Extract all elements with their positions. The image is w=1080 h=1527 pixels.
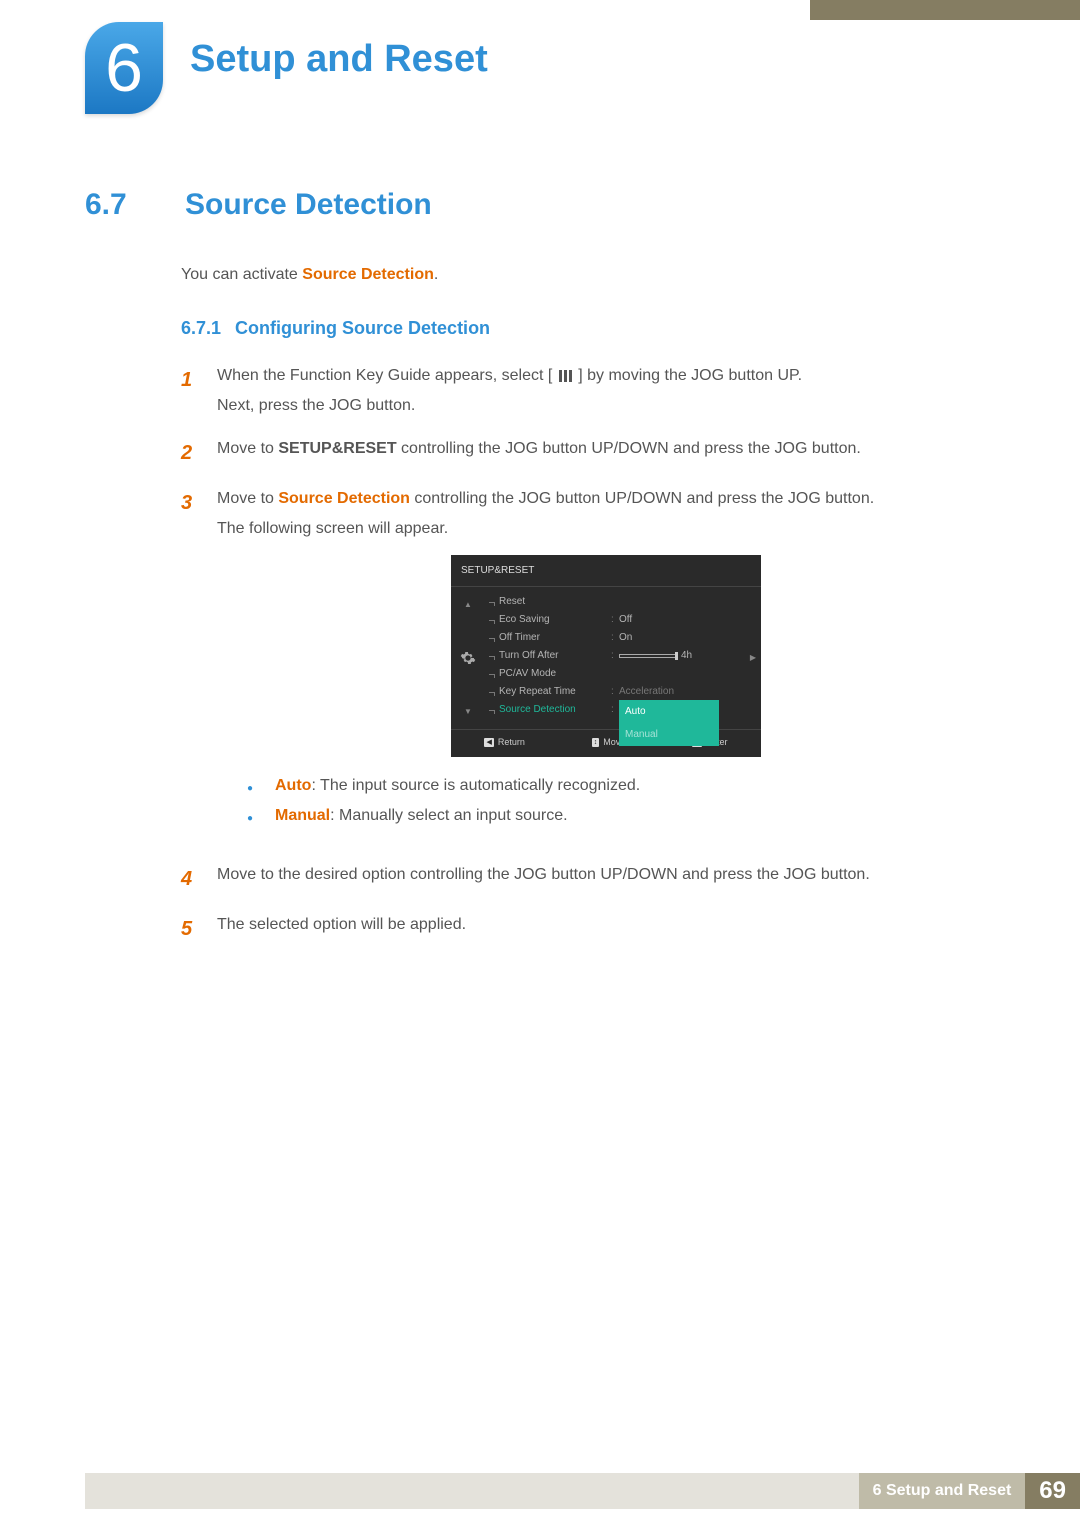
- step-2-body: Move to SETUP&RESET controlling the JOG …: [217, 434, 995, 472]
- intro-post: .: [434, 266, 438, 283]
- footer-chapter-label: 6 Setup and Reset: [859, 1473, 1026, 1509]
- chapter-badge: 6: [85, 22, 163, 114]
- step-2-number: 2: [181, 434, 199, 472]
- osd-row-turnoff-val: 4h: [681, 646, 692, 665]
- osd-screenshot: SETUP&RESET ▲ ▼ Reset Eco Saving:Off Off…: [451, 555, 761, 757]
- osd-row-timer-val: On: [619, 628, 737, 647]
- step-2-a: Move to: [217, 440, 278, 457]
- osd-row-reset: Reset: [499, 592, 611, 611]
- step-1-a: When the Function Key Guide appears, sel…: [217, 367, 548, 384]
- intro-bold: Source Detection: [302, 266, 434, 283]
- subsection-number: 6.7.1: [181, 318, 221, 339]
- step-2-b: controlling the JOG button UP/DOWN and p…: [397, 440, 861, 457]
- step-3-number: 3: [181, 484, 199, 848]
- step-3-bold: Source Detection: [278, 490, 410, 507]
- bullet-dot: ●: [247, 801, 257, 831]
- bracket-right: ]: [578, 367, 582, 384]
- osd-row-timer-label: Off Timer: [499, 628, 611, 647]
- bullet-manual-bold: Manual: [275, 807, 330, 824]
- step-5-body: The selected option will be applied.: [217, 910, 995, 948]
- osd-row-repeat-val: Acceleration: [619, 682, 737, 701]
- step-4-number: 4: [181, 860, 199, 898]
- gear-icon: [460, 650, 476, 666]
- osd-row-eco-label: Eco Saving: [499, 610, 611, 629]
- chapter-title: Setup and Reset: [190, 38, 488, 81]
- step-3-c: The following screen will appear.: [217, 520, 448, 537]
- step-3-b: controlling the JOG button UP/DOWN and p…: [410, 490, 874, 507]
- osd-dropdown-auto: Auto: [619, 700, 719, 723]
- osd-dropdown: Auto Manual: [619, 700, 719, 746]
- section-number: 6.7: [85, 188, 155, 222]
- bullet-manual: Manual: Manually select an input source.: [275, 801, 568, 831]
- bracket-left: [: [548, 367, 552, 384]
- osd-title: SETUP&RESET: [451, 555, 761, 587]
- osd-arrow-right-icon: ▶: [750, 650, 756, 665]
- step-2-bold: SETUP&RESET: [278, 440, 396, 457]
- osd-footer-return: Return: [498, 734, 525, 751]
- return-icon: ◀: [484, 738, 493, 747]
- move-icon: ↕: [592, 738, 600, 747]
- osd-arrow-down-icon: ▼: [464, 704, 472, 719]
- bullet-auto-bold: Auto: [275, 777, 311, 794]
- bullet-auto: Auto: The input source is automatically …: [275, 771, 640, 801]
- step-1-body: When the Function Key Guide appears, sel…: [217, 361, 995, 422]
- top-accent-bar: [810, 0, 1080, 20]
- bullet-auto-text: : The input source is automatically reco…: [311, 777, 640, 794]
- step-1-c: Next, press the JOG button.: [217, 397, 415, 414]
- menu-icon: [557, 370, 574, 382]
- osd-slider: [619, 654, 677, 658]
- footer-page-number: 69: [1025, 1473, 1080, 1509]
- step-3-a: Move to: [217, 490, 278, 507]
- osd-row-eco-val: Off: [619, 610, 737, 629]
- step-1-number: 1: [181, 361, 199, 422]
- osd-dropdown-manual: Manual: [619, 723, 719, 746]
- bullet-manual-text: : Manually select an input source.: [330, 807, 567, 824]
- osd-row-repeat-label: Key Repeat Time: [499, 682, 611, 701]
- osd-row-source-label: Source Detection: [499, 700, 611, 719]
- osd-row-turnoff-label: Turn Off After: [499, 646, 611, 665]
- step-1-b: by moving the JOG button UP.: [587, 367, 802, 384]
- page-footer: 6 Setup and Reset 69: [85, 1473, 1080, 1509]
- osd-arrow-up-icon: ▲: [464, 597, 472, 612]
- intro-text: You can activate Source Detection.: [181, 266, 995, 284]
- subsection-title: Configuring Source Detection: [235, 318, 490, 339]
- intro-pre: You can activate: [181, 266, 302, 283]
- bullet-dot: ●: [247, 771, 257, 801]
- step-4-body: Move to the desired option controlling t…: [217, 860, 995, 898]
- osd-row-pcav: PC/AV Mode: [499, 664, 611, 683]
- step-5-number: 5: [181, 910, 199, 948]
- step-3-body: Move to Source Detection controlling the…: [217, 484, 995, 848]
- section-title: Source Detection: [185, 188, 432, 222]
